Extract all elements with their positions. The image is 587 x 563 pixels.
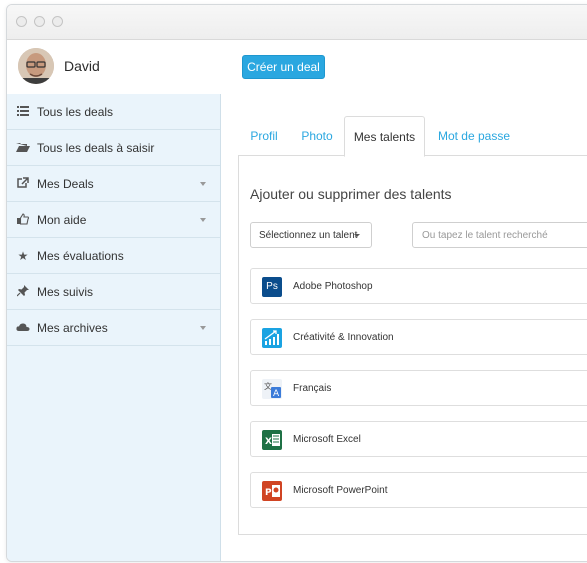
minimize-window-icon[interactable] xyxy=(34,16,45,27)
sidebar-item-label: Mes archives xyxy=(37,321,108,335)
excel-icon: X xyxy=(262,430,282,450)
sidebar-item-my-reviews[interactable]: ★ Mes évaluations xyxy=(7,238,220,274)
powerpoint-icon: P xyxy=(262,481,282,501)
sidebar-item-label: Mes suivis xyxy=(37,285,94,299)
talent-item-microsoft-powerpoint[interactable]: P Microsoft PowerPoint xyxy=(250,472,587,508)
sidebar-item-my-archives[interactable]: Mes archives xyxy=(7,310,220,346)
talent-item-adobe-photoshop[interactable]: Ps Adobe Photoshop xyxy=(250,268,587,304)
chevron-down-icon xyxy=(200,182,206,186)
avatar[interactable] xyxy=(18,48,54,84)
tab-mot-de-passe[interactable]: Mot de passe xyxy=(431,116,517,156)
growth-chart-icon xyxy=(262,328,282,348)
avatar-image xyxy=(18,48,54,84)
sidebar-item-label: Mes évaluations xyxy=(37,249,124,263)
sidebar-item-label: Mon aide xyxy=(37,213,87,227)
star-icon: ★ xyxy=(17,249,29,263)
title-bar xyxy=(7,5,587,40)
talent-item-creativite-innovation[interactable]: Créativité & Innovation xyxy=(250,319,587,355)
cloud-icon xyxy=(16,321,30,335)
talent-select-label: Sélectionnez un talent xyxy=(259,229,358,241)
create-deal-button[interactable]: Créer un deal xyxy=(242,55,325,79)
thumbs-up-icon xyxy=(16,213,30,227)
talent-search-input[interactable] xyxy=(412,222,587,248)
pin-icon xyxy=(16,285,30,299)
talent-item-microsoft-excel[interactable]: X Microsoft Excel xyxy=(250,421,587,457)
list-icon xyxy=(16,105,30,119)
sidebar-item-all-deals[interactable]: Tous les deals xyxy=(7,94,220,130)
talent-item-francais[interactable]: 文A Français xyxy=(250,370,587,406)
app-window: David Créer un deal Tous les deals Tous … xyxy=(6,4,587,562)
chevron-down-icon xyxy=(200,218,206,222)
panel-title: Ajouter ou supprimer des talents xyxy=(250,186,452,202)
sidebar-item-my-deals[interactable]: Mes Deals xyxy=(7,166,220,202)
main-content: Profil Photo Mes talents Mot de passe Aj… xyxy=(221,94,587,561)
user-name: David xyxy=(64,58,100,74)
talent-label: Microsoft PowerPoint xyxy=(293,485,388,496)
translate-icon: 文A xyxy=(262,379,282,399)
sidebar-item-label: Tous les deals à saisir xyxy=(37,141,155,155)
folder-open-icon xyxy=(16,141,30,155)
svg-text:X: X xyxy=(265,437,272,447)
tab-profil[interactable]: Profil xyxy=(239,116,289,156)
tab-mes-talents[interactable]: Mes talents xyxy=(344,116,425,157)
tab-photo[interactable]: Photo xyxy=(294,116,340,156)
talent-select-dropdown[interactable]: Sélectionnez un talent xyxy=(250,222,372,248)
caret-down-icon xyxy=(354,234,360,237)
svg-text:文: 文 xyxy=(264,381,272,391)
svg-text:P: P xyxy=(265,488,272,498)
svg-text:A: A xyxy=(273,389,280,399)
photoshop-icon: Ps xyxy=(262,277,282,297)
talent-label: Adobe Photoshop xyxy=(293,281,373,292)
top-bar: David Créer un deal xyxy=(7,40,587,95)
sidebar-item-label: Tous les deals xyxy=(37,105,114,119)
talent-label: Microsoft Excel xyxy=(293,434,361,445)
sidebar: Tous les deals Tous les deals à saisir M… xyxy=(7,94,221,561)
sidebar-item-my-follows[interactable]: Mes suivis xyxy=(7,274,220,310)
share-icon xyxy=(16,177,30,191)
sidebar-item-my-help[interactable]: Mon aide xyxy=(7,202,220,238)
talent-label: Créativité & Innovation xyxy=(293,332,394,343)
sidebar-item-deals-to-enter[interactable]: Tous les deals à saisir xyxy=(7,130,220,166)
sidebar-item-label: Mes Deals xyxy=(37,177,94,191)
chevron-down-icon xyxy=(200,326,206,330)
talent-label: Français xyxy=(293,383,332,394)
talents-panel: Ajouter ou supprimer des talents Sélecti… xyxy=(238,155,587,535)
close-window-icon[interactable] xyxy=(16,16,27,27)
maximize-window-icon[interactable] xyxy=(52,16,63,27)
